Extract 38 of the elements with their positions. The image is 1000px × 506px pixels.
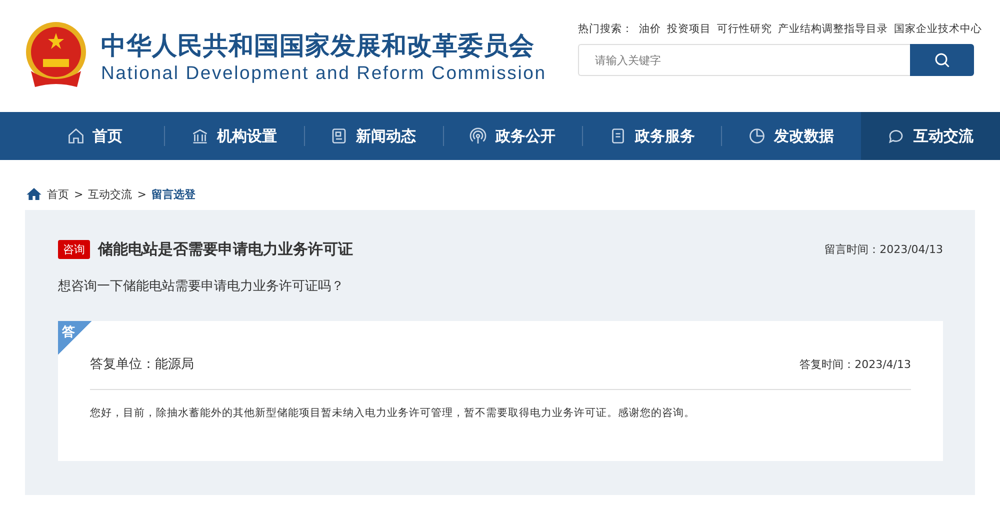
reply-unit: 答复单位：能源局	[90, 356, 194, 373]
nav-tab[interactable]: 新闻动态	[304, 112, 443, 160]
hot-search-label: 热门搜索：	[578, 22, 633, 36]
nav-tab[interactable]: 互动交流	[860, 112, 1000, 160]
nav-tab[interactable]: 首页	[25, 112, 164, 160]
home-icon	[66, 127, 85, 145]
search-icon	[933, 51, 951, 69]
site-title: 中华人民共和国国家发展和改革委员会	[101, 30, 536, 62]
pie-chart-icon	[748, 127, 766, 145]
breadcrumb-separator: >	[137, 188, 146, 200]
breadcrumb-separator: >	[74, 188, 84, 200]
hot-search-link[interactable]: 投资项目	[667, 22, 711, 36]
nav-tab[interactable]: 政务服务	[582, 112, 722, 160]
message-time: 留言时间：2023/04/13	[824, 242, 943, 257]
home-icon	[26, 187, 42, 201]
message-title: 储能电站是否需要申请电力业务许可证	[98, 240, 353, 259]
hot-search-link[interactable]: 可行性研究	[717, 22, 772, 36]
search-field[interactable]: 请输入关键字	[578, 44, 910, 76]
message-text: 想咨询一下储能电站需要申请电力业务许可证吗？	[58, 278, 345, 295]
breadcrumb-link[interactable]: 首页	[47, 186, 69, 202]
hot-search-link[interactable]: 国家企业技术中心	[894, 22, 982, 36]
signal-icon	[469, 127, 488, 145]
breadcrumb-link[interactable]: 互动交流	[88, 186, 132, 202]
hot-search-link[interactable]: 产业结构调整指导目录	[778, 22, 888, 36]
nav-tab[interactable]: 政务公开	[442, 112, 582, 160]
category-tag: 咨询	[58, 240, 90, 259]
nav-tab[interactable]: 发改数据	[721, 112, 861, 160]
nav-tab[interactable]: 机构设置	[164, 112, 304, 160]
reply-text: 您好，目前，除抽水蓄能外的其他新型储能项目暂未纳入电力业务许可管理，暂不需要取得电力业务许可证。感谢您的咨询。	[90, 406, 696, 420]
site-subtitle: National Development and Reform Commission	[101, 62, 546, 84]
reply-time: 答复时间：2023/4/13	[800, 356, 911, 372]
building-icon	[190, 127, 209, 145]
reply-corner-badge: 答	[58, 321, 92, 355]
search-button[interactable]	[910, 44, 974, 76]
newspaper-icon	[330, 127, 348, 145]
hot-search-link[interactable]: 油价	[639, 22, 661, 36]
chat-icon	[887, 127, 906, 145]
breadcrumb-link[interactable]: 留言选登	[151, 186, 196, 202]
